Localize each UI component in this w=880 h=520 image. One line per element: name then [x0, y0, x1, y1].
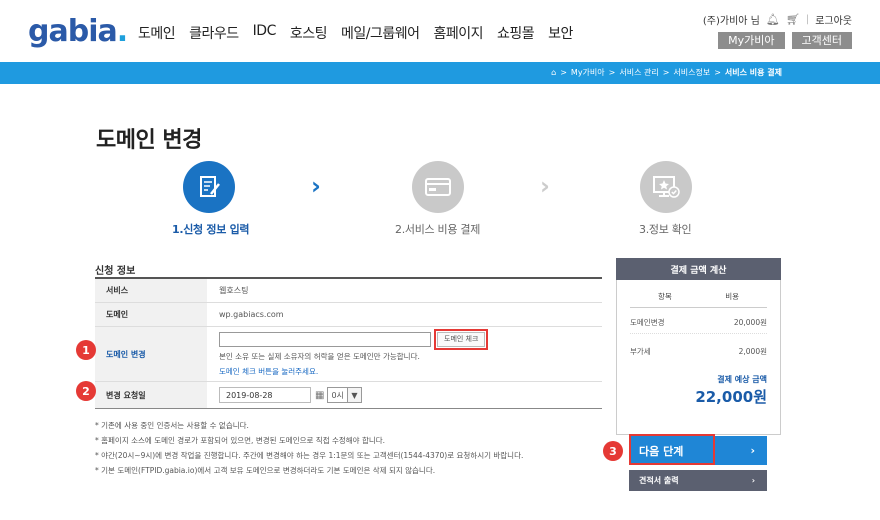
note-item: * 기존에 사용 중인 인증서는 사용할 수 없습니다. — [95, 421, 249, 430]
domain-change-label: 도메인 변경 — [95, 327, 207, 381]
total-label: 결제 예상 금액 — [717, 375, 767, 384]
chevron-down-icon[interactable]: ▼ — [346, 388, 361, 402]
step-2-card-icon — [412, 161, 464, 213]
domain-label: 도메인 — [95, 303, 207, 326]
form-row: 변경 요청일 2019-08-28 ▦ 0시 ▼ — [95, 382, 602, 409]
nav-security[interactable]: 보안 — [548, 23, 573, 43]
nav-idc[interactable]: IDC — [253, 23, 277, 43]
nav-hosting[interactable]: 호스팅 — [290, 23, 328, 43]
payment-row: 부가세 2,000원 — [630, 333, 767, 362]
nav-homepage[interactable]: 홈페이지 — [434, 23, 484, 43]
payment-summary: 결제 금액 계산 항목 비용 도메인변경 20,000원 부가세 2,000원 … — [616, 258, 781, 435]
gabia-logo[interactable]: gabia. — [28, 14, 128, 49]
hour-value: 0시 — [331, 390, 344, 400]
chevron-right-icon: › — [750, 444, 755, 457]
step-3-label: 3.정보 확인 — [639, 223, 692, 236]
breadcrumb-current: 서비스 비용 결제 — [724, 68, 782, 77]
total-value: 22,000원 — [695, 388, 767, 406]
breadcrumb-bar: ⌂ > My가비아 > 서비스 관리 > 서비스정보 > 서비스 비용 결제 — [0, 62, 880, 84]
service-value: 웹호스팅 — [219, 286, 249, 295]
payment-summary-title: 결제 금액 계산 — [616, 258, 781, 280]
annotation-badge-3: 3 — [603, 441, 623, 461]
breadcrumb-item[interactable]: 서비스 관리 — [619, 67, 658, 78]
new-domain-input[interactable] — [219, 331, 431, 347]
note-item: * 홈페이지 소스에 도메인 경로가 포함되어 있으면, 변경된 도메인으로 직… — [95, 436, 386, 445]
bell-icon[interactable]: 🔔︎ — [766, 13, 780, 26]
breadcrumb-item[interactable]: 서비스정보 — [673, 67, 710, 78]
nav-domain[interactable]: 도메인 — [138, 23, 176, 43]
util-divider: | — [805, 14, 810, 25]
next-step-button[interactable]: 다음 단계 › — [629, 436, 767, 465]
logout-link[interactable]: 로그아웃 — [815, 12, 852, 27]
change-date-label: 변경 요청일 — [95, 382, 207, 408]
cart-icon[interactable]: 🛒︎ — [786, 13, 800, 26]
step-2-label: 2.서비스 비용 결제 — [395, 223, 481, 236]
my-gabia-button[interactable]: My가비아 — [718, 32, 785, 49]
step-arrow-icon: › — [540, 172, 550, 200]
domain-check-button[interactable]: 도메인 체크 — [433, 328, 489, 350]
annotation-badge-2: 2 — [76, 381, 96, 401]
print-quote-button[interactable]: 견적서 출력 › — [629, 470, 767, 491]
user-name: (주)가비아 님 — [702, 16, 760, 27]
main-nav: 도메인 클라우드 IDC 호스팅 메일/그룹웨어 홈페이지 쇼핑몰 보안 — [138, 23, 587, 43]
payment-summary-body: 항목 비용 도메인변경 20,000원 부가세 2,000원 결제 예상 금액 … — [616, 280, 781, 435]
nav-shoppingmall[interactable]: 쇼핑몰 — [497, 23, 535, 43]
date-input[interactable]: 2019-08-28 — [219, 387, 311, 403]
calendar-icon[interactable]: ▦ — [315, 390, 324, 401]
nav-cloud[interactable]: 클라우드 — [189, 23, 239, 43]
payment-table-header: 항목 비용 — [630, 288, 767, 308]
page-title: 도메인 변경 — [96, 128, 202, 153]
user-util: (주)가비아 님 🔔︎ 🛒︎ | 로그아웃 — [703, 12, 852, 27]
domain-change-cell: 도메인 체크 본인 소유 또는 실제 소유자의 허락을 얻은 도메인만 가능합니… — [207, 327, 602, 381]
customer-center-button[interactable]: 고객센터 — [791, 32, 852, 49]
note-item: * 기본 도메인(FTPID.gabia.io)에서 고객 보유 도메인으로 변… — [95, 466, 436, 475]
logo-text: gabia — [28, 14, 118, 49]
logo-dot: . — [116, 14, 128, 49]
payment-row: 도메인변경 20,000원 — [630, 318, 767, 327]
breadcrumb: ⌂ > My가비아 > 서비스 관리 > 서비스정보 > 서비스 비용 결제 — [551, 67, 782, 78]
form-row: 서비스 웹호스팅 — [95, 279, 602, 303]
form-row: 도메인 변경 도메인 체크 본인 소유 또는 실제 소유자의 허락을 얻은 도메… — [95, 327, 602, 382]
notes: * 기존에 사용 중인 인증서는 사용할 수 없습니다. * 홈페이지 소스에 … — [95, 418, 523, 478]
nav-mail[interactable]: 메일/그룹웨어 — [341, 23, 420, 43]
chevron-right-icon: › — [751, 476, 755, 485]
domain-value: wp.gabiacs.com — [219, 310, 284, 319]
step-arrow-icon: › — [311, 172, 321, 200]
form-row: 도메인 wp.gabiacs.com — [95, 303, 602, 327]
service-label: 서비스 — [95, 279, 207, 302]
step-1-label: 1.신청 정보 입력 — [172, 223, 250, 236]
breadcrumb-item[interactable]: My가비아 — [571, 67, 605, 78]
step-1-icon — [183, 161, 235, 213]
change-date-cell: 2019-08-28 ▦ 0시 ▼ — [207, 382, 602, 408]
annotation-badge-1: 1 — [76, 340, 96, 360]
application-form: 서비스 웹호스팅 도메인 wp.gabiacs.com 도메인 변경 도메인 체… — [95, 277, 602, 409]
note-item: * 야간(20시~9시)에 변경 작업을 진행합니다. 주간에 변경해야 하는 … — [95, 451, 524, 460]
util-buttons: My가비아 고객센터 — [718, 32, 852, 49]
home-icon[interactable]: ⌂ — [551, 68, 556, 77]
hour-select[interactable]: 0시 ▼ — [327, 387, 362, 403]
section-title: 신청 정보 — [95, 266, 136, 277]
domain-hint: 본인 소유 또는 실제 소유자의 허락을 얻은 도메인만 가능합니다. — [219, 351, 420, 361]
step-3-monitor-icon — [640, 161, 692, 213]
domain-hint-link: 도메인 체크 버튼을 눌러주세요. — [219, 366, 319, 376]
